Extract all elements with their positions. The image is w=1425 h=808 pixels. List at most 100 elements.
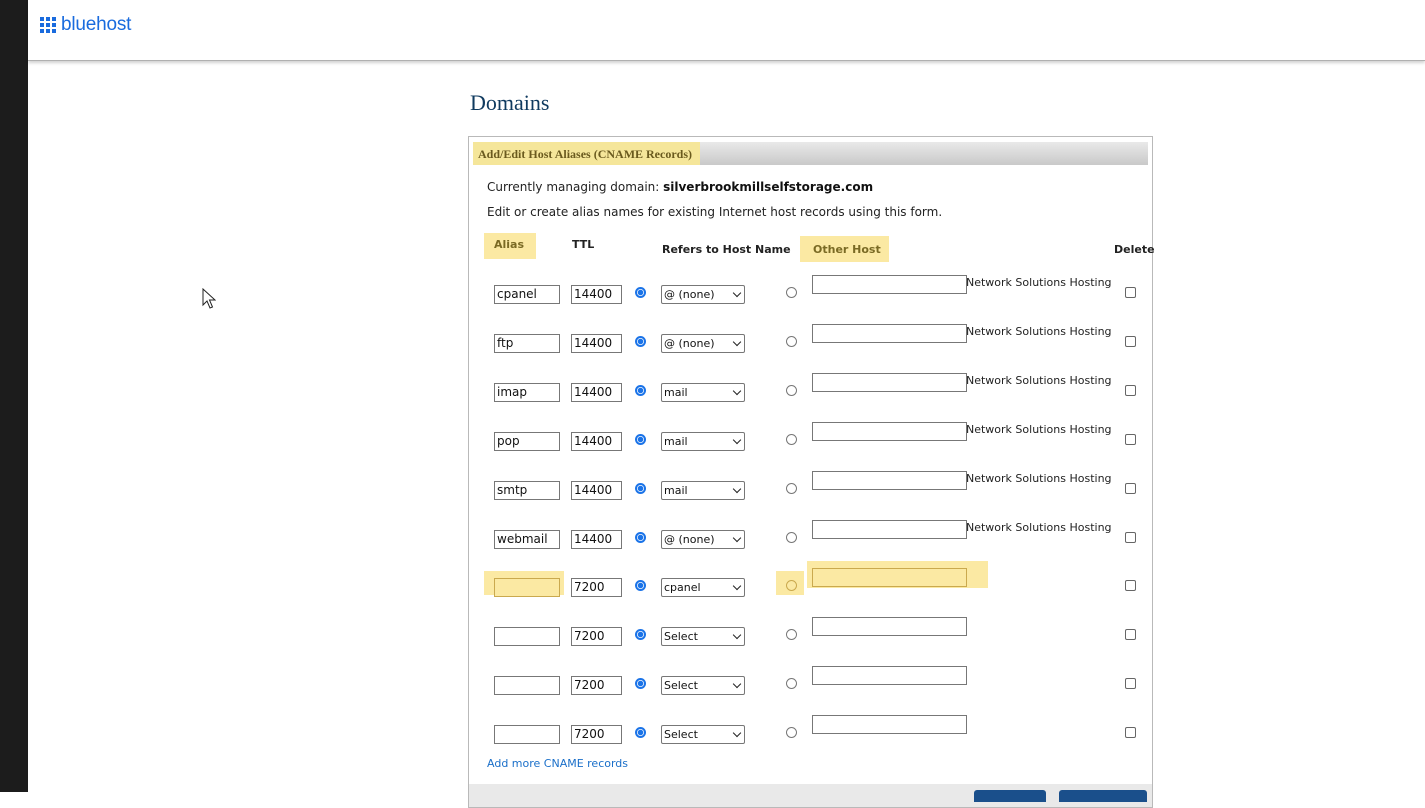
other-host-radio[interactable] xyxy=(786,580,797,591)
host-provider-label: Network Solutions Hosting xyxy=(966,276,1112,289)
delete-checkbox[interactable] xyxy=(1125,434,1136,445)
host-select[interactable]: Select xyxy=(661,627,745,646)
col-delete: Delete xyxy=(1114,243,1155,256)
host-select-value: @ (none) xyxy=(664,288,715,301)
refers-host-radio[interactable] xyxy=(635,287,646,298)
alias-input[interactable] xyxy=(494,578,560,597)
ttl-input[interactable]: 7200 xyxy=(571,725,622,744)
delete-checkbox[interactable] xyxy=(1125,727,1136,738)
other-host-radio[interactable] xyxy=(786,483,797,494)
other-host-input[interactable] xyxy=(812,715,967,734)
host-select[interactable]: Select xyxy=(661,725,745,744)
delete-checkbox[interactable] xyxy=(1125,580,1136,591)
table-row: 7200 Select xyxy=(469,715,1152,755)
delete-checkbox[interactable] xyxy=(1125,532,1136,543)
other-host-radio[interactable] xyxy=(786,434,797,445)
refers-host-radio[interactable] xyxy=(635,532,646,543)
ttl-input[interactable]: 7200 xyxy=(571,676,622,695)
host-provider-label: Network Solutions Hosting xyxy=(966,521,1112,534)
left-dark-strip xyxy=(0,0,28,792)
other-host-input[interactable] xyxy=(812,373,967,392)
host-select-value: Select xyxy=(664,679,698,692)
host-select-value: mail xyxy=(664,484,688,497)
other-host-radio[interactable] xyxy=(786,678,797,689)
ttl-input[interactable]: 14400 xyxy=(571,432,622,451)
host-select[interactable]: mail xyxy=(661,481,745,500)
host-select[interactable]: Select xyxy=(661,676,745,695)
form-description: Edit or create alias names for existing … xyxy=(487,205,943,219)
add-more-cname-link[interactable]: Add more CNAME records xyxy=(487,757,628,770)
refers-host-radio[interactable] xyxy=(635,727,646,738)
other-host-radio[interactable] xyxy=(786,727,797,738)
refers-host-radio[interactable] xyxy=(635,629,646,640)
host-select-value: mail xyxy=(664,386,688,399)
delete-checkbox[interactable] xyxy=(1125,483,1136,494)
host-select-value: mail xyxy=(664,435,688,448)
host-select[interactable]: cpanel xyxy=(661,578,745,597)
panel-footer xyxy=(469,784,1152,807)
other-host-radio[interactable] xyxy=(786,629,797,640)
other-host-radio[interactable] xyxy=(786,287,797,298)
host-select[interactable]: @ (none) xyxy=(661,285,745,304)
host-select[interactable]: mail xyxy=(661,432,745,451)
other-host-input[interactable] xyxy=(812,520,967,539)
other-host-input[interactable] xyxy=(812,422,967,441)
bluehost-logo[interactable]: bluehost xyxy=(40,14,131,36)
other-host-radio[interactable] xyxy=(786,532,797,543)
alias-input[interactable]: pop xyxy=(494,432,560,451)
alias-input[interactable]: webmail xyxy=(494,530,560,549)
panel-title: Add/Edit Host Aliases (CNAME Records) xyxy=(473,142,701,165)
panel-header: Add/Edit Host Aliases (CNAME Records) xyxy=(473,142,1148,165)
delete-checkbox[interactable] xyxy=(1125,629,1136,640)
other-host-input[interactable] xyxy=(812,324,967,343)
other-host-radio[interactable] xyxy=(786,336,797,347)
chevron-down-icon xyxy=(732,484,742,494)
host-provider-label: Network Solutions Hosting xyxy=(966,374,1112,387)
refers-host-radio[interactable] xyxy=(635,434,646,445)
alias-input[interactable]: smtp xyxy=(494,481,560,500)
ttl-input[interactable]: 14400 xyxy=(571,481,622,500)
other-host-input[interactable] xyxy=(812,471,967,490)
host-select[interactable]: @ (none) xyxy=(661,334,745,353)
other-host-radio[interactable] xyxy=(786,385,797,396)
refers-host-radio[interactable] xyxy=(635,678,646,689)
ttl-input[interactable]: 14400 xyxy=(571,334,622,353)
col-ttl: TTL xyxy=(572,238,595,251)
other-host-input[interactable] xyxy=(812,666,967,685)
host-select-value: @ (none) xyxy=(664,533,715,546)
host-select[interactable]: @ (none) xyxy=(661,530,745,549)
table-row: 7200 Select xyxy=(469,666,1152,706)
chevron-down-icon xyxy=(732,337,742,347)
other-host-input[interactable] xyxy=(812,568,967,587)
other-host-input[interactable] xyxy=(812,275,967,294)
table-row: smtp 14400 mail Network Solutions Hosting xyxy=(469,471,1152,511)
alias-input[interactable] xyxy=(494,725,560,744)
other-host-input[interactable] xyxy=(812,617,967,636)
alias-input[interactable]: imap xyxy=(494,383,560,402)
refers-host-radio[interactable] xyxy=(635,483,646,494)
alias-input[interactable]: ftp xyxy=(494,334,560,353)
table-row: ftp 14400 @ (none) Network Solutions Hostin… xyxy=(469,324,1152,364)
refers-host-radio[interactable] xyxy=(635,385,646,396)
delete-checkbox[interactable] xyxy=(1125,336,1136,347)
table-row: webmail 14400 @ (none) Network Solutions Ho… xyxy=(469,520,1152,560)
table-row: imap 14400 mail Network Solutions Hosting xyxy=(469,373,1152,413)
delete-checkbox[interactable] xyxy=(1125,385,1136,396)
table-row: 7200 Select xyxy=(469,617,1152,657)
host-select[interactable]: mail xyxy=(661,383,745,402)
delete-checkbox[interactable] xyxy=(1125,287,1136,298)
ttl-input[interactable]: 7200 xyxy=(571,578,622,597)
alias-input[interactable] xyxy=(494,676,560,695)
ttl-input[interactable]: 14400 xyxy=(571,530,622,549)
col-refers: Refers to Host Name xyxy=(662,243,791,256)
refers-host-radio[interactable] xyxy=(635,580,646,591)
refers-host-radio[interactable] xyxy=(635,336,646,347)
alias-input[interactable]: cpanel xyxy=(494,285,560,304)
chevron-down-icon xyxy=(732,288,742,298)
ttl-input[interactable]: 14400 xyxy=(571,383,622,402)
chevron-down-icon xyxy=(732,581,742,591)
ttl-input[interactable]: 7200 xyxy=(571,627,622,646)
ttl-input[interactable]: 14400 xyxy=(571,285,622,304)
alias-input[interactable] xyxy=(494,627,560,646)
delete-checkbox[interactable] xyxy=(1125,678,1136,689)
